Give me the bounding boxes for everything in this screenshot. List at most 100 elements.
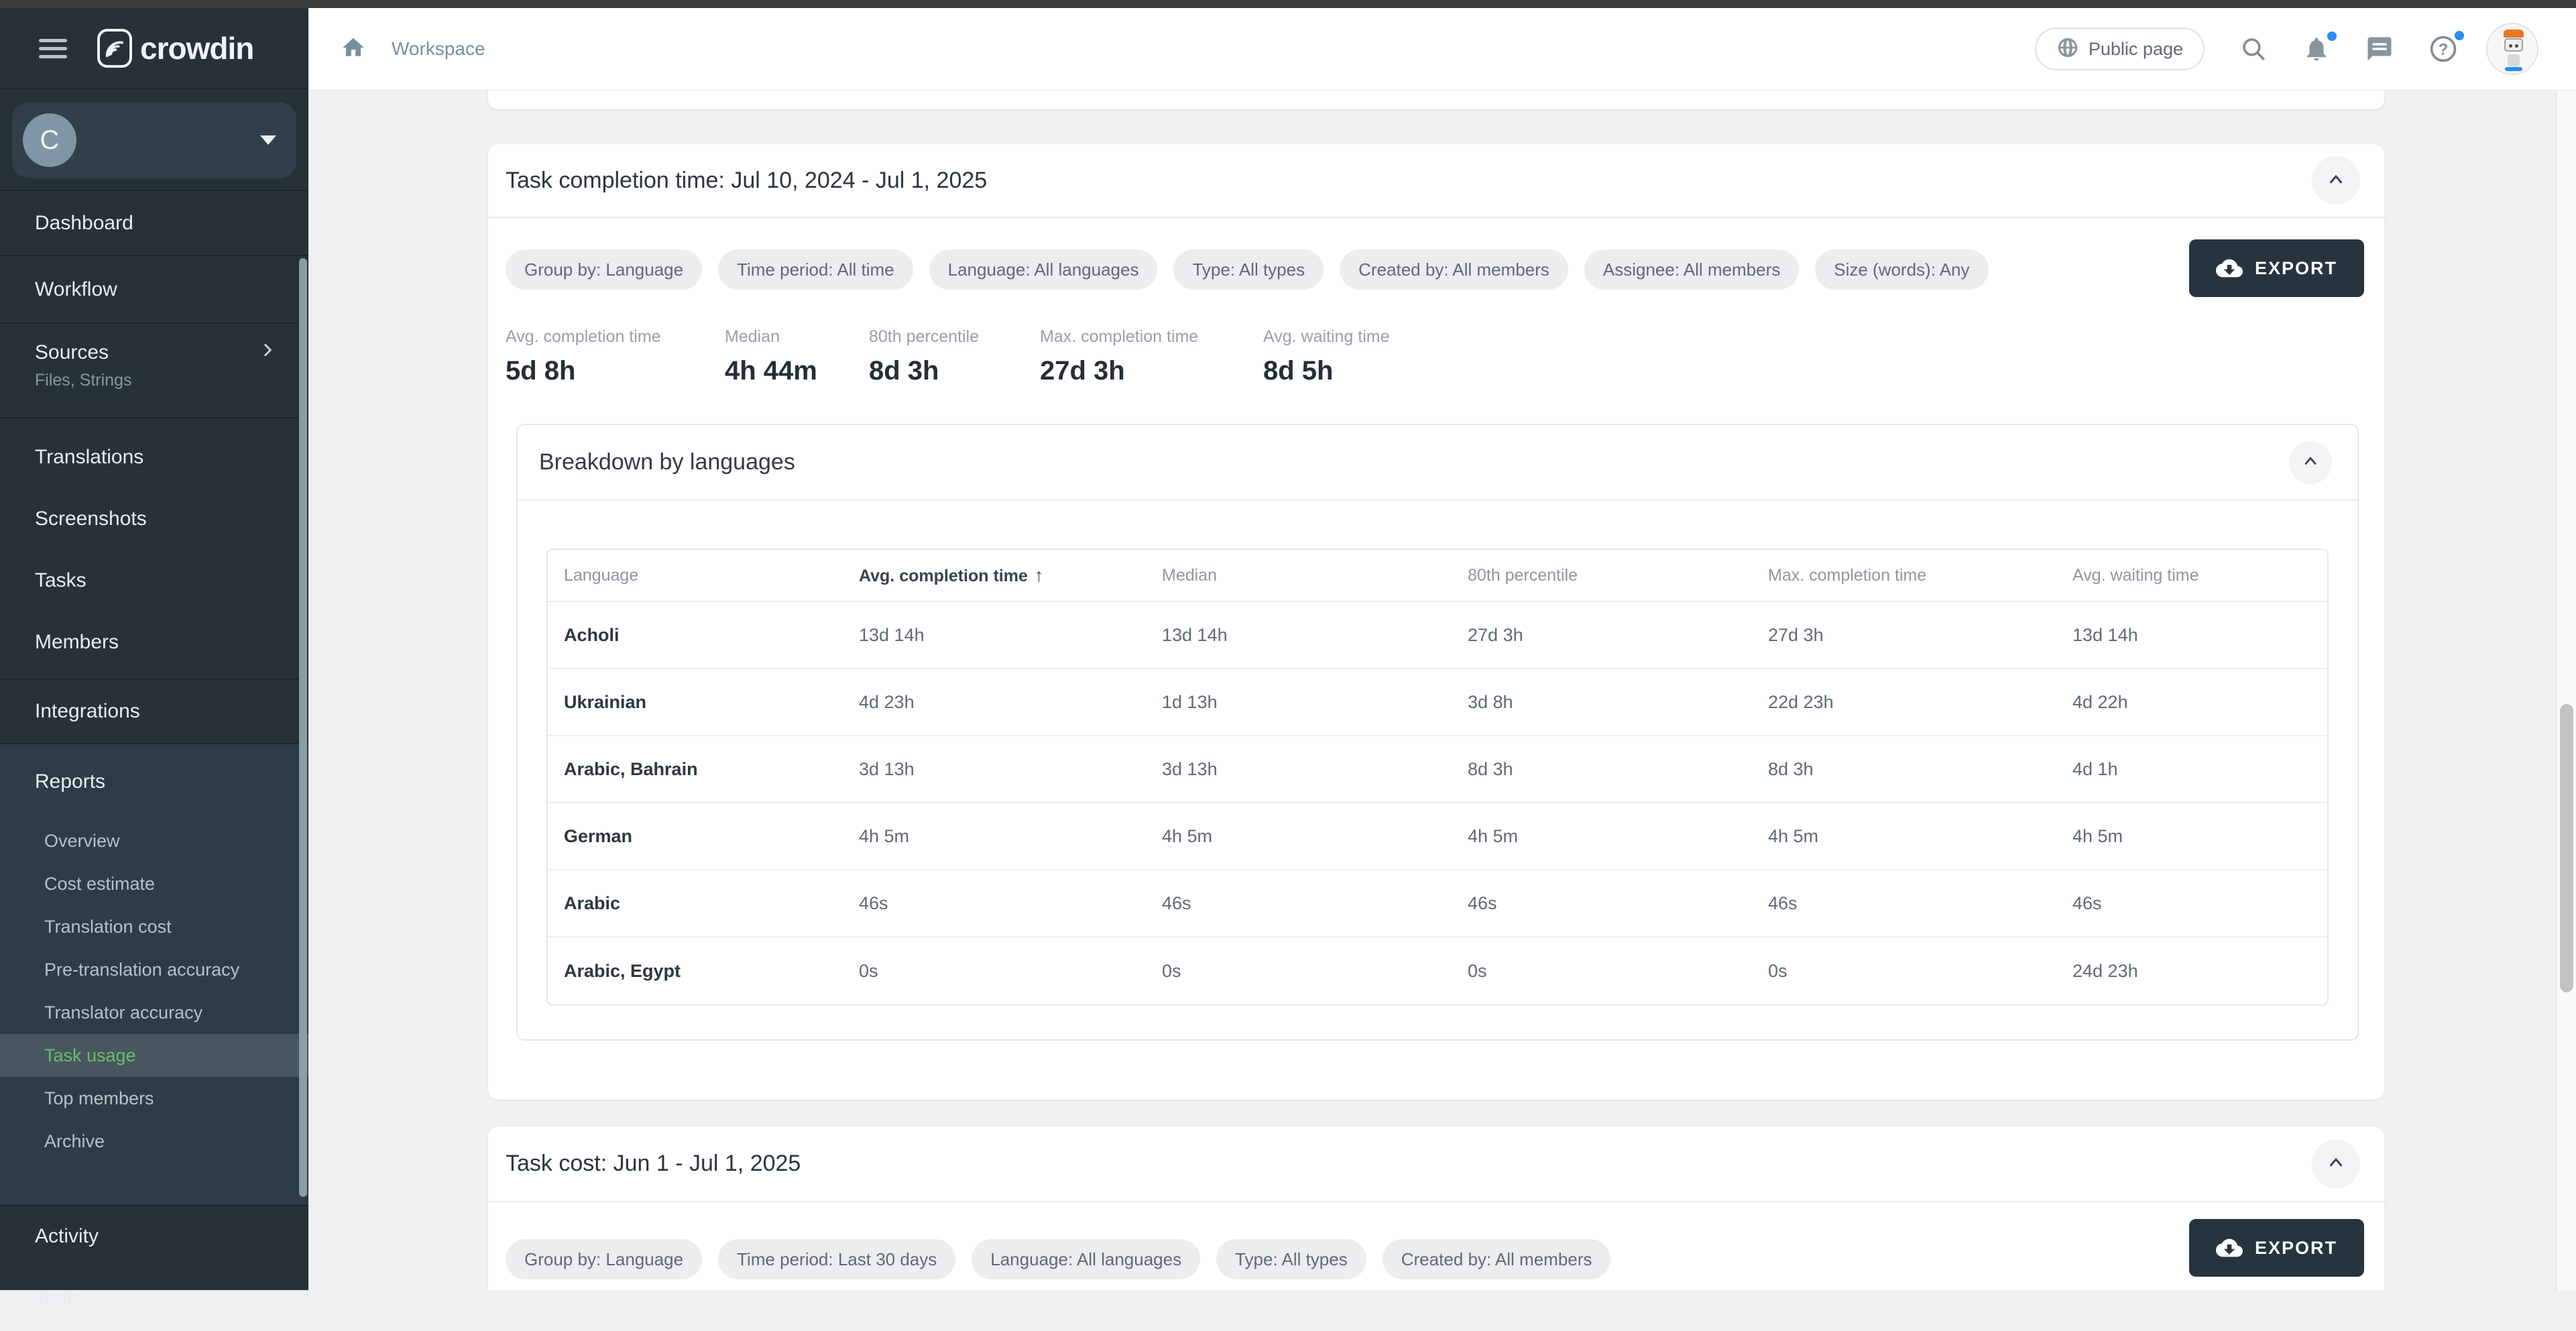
page-scrollbar-track[interactable] [2556, 91, 2576, 1290]
filter-chip-created-by[interactable]: Created by: All members [1383, 1239, 1611, 1279]
sidebar-item-workflow[interactable]: Workflow [0, 256, 308, 323]
sidebar-item-top-members[interactable]: Top members [0, 1077, 308, 1120]
filter-chip-group-by[interactable]: Group by: Language [506, 249, 702, 290]
sidebar-item-screenshots[interactable]: Screenshots [0, 488, 308, 550]
column-header-median[interactable]: Median [1146, 566, 1452, 585]
chevron-up-icon [2326, 1153, 2346, 1175]
sidebar-item-cost-estimate[interactable]: Cost estimate [0, 862, 308, 905]
column-header-max-completion-time[interactable]: Max. completion time [1752, 566, 2056, 585]
sidebar-item-integrations[interactable]: Integrations [0, 680, 308, 744]
export-button[interactable]: EXPORT [2189, 239, 2364, 297]
column-header-80th-percentile[interactable]: 80th percentile [1452, 566, 1752, 585]
notification-badge [2325, 30, 2339, 43]
sidebar-item-pre-translation-accuracy[interactable]: Pre-translation accuracy [0, 948, 308, 991]
sidebar: crowdin C Dashboard Workflow Sources Fil… [0, 8, 308, 1290]
sidebar-item-archive[interactable]: Archive [0, 1120, 308, 1163]
sidebar-item-overview[interactable]: Overview [0, 819, 308, 862]
languages-table: Language Avg. completion time↑ Median 80… [546, 548, 2329, 1006]
crowdin-logo-text[interactable]: crowdin [140, 30, 253, 66]
breakdown-header: Breakdown by languages [518, 425, 2357, 501]
chevron-right-icon [259, 341, 276, 364]
stat-median: Median 4h 44m [725, 327, 869, 386]
filter-chip-size[interactable]: Size (words): Any [1815, 249, 1988, 290]
page-scrollbar-thumb[interactable] [2560, 704, 2573, 992]
notifications-button[interactable] [2302, 35, 2331, 63]
sidebar-item-sources-sublabel: Files, Strings [0, 371, 308, 390]
main-content: Task completion time: Jul 10, 2024 - Jul… [308, 91, 2576, 1290]
sidebar-item-sources[interactable]: Sources Files, Strings [0, 324, 308, 418]
avatar-robot-legs [2505, 67, 2522, 71]
help-button[interactable]: ? [2428, 34, 2458, 64]
window-top-strip [0, 0, 2576, 8]
sidebar-item-members[interactable]: Members [0, 612, 308, 673]
cloud-download-icon [2216, 1234, 2243, 1261]
crowdin-logo-icon[interactable] [97, 29, 132, 68]
sidebar-logo-row: crowdin [0, 8, 308, 89]
sidebar-item-tools[interactable]: Tools [0, 1267, 308, 1331]
workspace-selector[interactable]: C [12, 102, 296, 178]
task-cost-card: Task cost: Jun 1 - Jul 1, 2025 Group by:… [488, 1126, 2384, 1290]
task-cost-filters: Group by: Language Time period: Last 30 … [488, 1202, 2384, 1279]
workspace-avatar: C [23, 113, 76, 167]
table-row: Arabic, Bahrain 3d 13h 3d 13h 8d 3h 8d 3… [548, 736, 2327, 803]
breadcrumb-label[interactable]: Workspace [392, 38, 485, 60]
chat-icon [2365, 35, 2394, 63]
filter-chip-type[interactable]: Type: All types [1173, 249, 1324, 290]
home-icon[interactable] [341, 35, 366, 64]
sidebar-item-activity[interactable]: Activity [0, 1206, 308, 1267]
search-button[interactable] [2239, 35, 2268, 63]
header-actions: Public page ? [2035, 23, 2538, 75]
sidebar-item-dashboard[interactable]: Dashboard [0, 191, 308, 255]
filter-chip-created-by[interactable]: Created by: All members [1340, 249, 1568, 290]
column-header-avg-completion-time[interactable]: Avg. completion time↑ [843, 565, 1146, 586]
collapse-task-cost-button[interactable] [2312, 1140, 2360, 1188]
filter-chip-language[interactable]: Language: All languages [929, 249, 1158, 290]
breakdown-title: Breakdown by languages [539, 449, 795, 475]
collapse-task-completion-button[interactable] [2312, 156, 2360, 205]
filter-chip-assignee[interactable]: Assignee: All members [1584, 249, 1799, 290]
sidebar-item-tasks[interactable]: Tasks [0, 550, 308, 612]
hamburger-menu-icon[interactable] [39, 34, 67, 63]
globe-icon [2056, 36, 2079, 62]
collapse-breakdown-button[interactable] [2289, 441, 2332, 484]
chevron-up-icon [2326, 170, 2346, 192]
sidebar-item-translations[interactable]: Translations [0, 426, 308, 488]
breakdown-section: Breakdown by languages Language Avg. com… [516, 424, 2359, 1041]
sidebar-item-translation-cost[interactable]: Translation cost [0, 905, 308, 948]
breadcrumb[interactable]: Workspace [341, 35, 485, 64]
chevron-up-icon [2301, 452, 2320, 473]
public-page-button[interactable]: Public page [2035, 27, 2205, 70]
avatar-robot-hat [2504, 30, 2524, 38]
filter-chip-language[interactable]: Language: All languages [972, 1239, 1200, 1279]
avatar-robot-head [2504, 38, 2523, 52]
stat-avg-waiting-time: Avg. waiting time 8d 5h [1263, 327, 1390, 386]
sidebar-scrollbar[interactable] [299, 258, 307, 1197]
task-completion-filters: Group by: Language Time period: All time… [488, 218, 2384, 290]
filter-chip-time-period[interactable]: Time period: All time [718, 249, 913, 290]
task-completion-header: Task completion time: Jul 10, 2024 - Jul… [488, 144, 2384, 218]
sidebar-item-reports[interactable]: Reports [0, 744, 308, 819]
messages-button[interactable] [2365, 35, 2394, 63]
avatar-robot-body [2508, 54, 2520, 66]
column-header-language[interactable]: Language [548, 566, 843, 585]
filter-chip-time-period[interactable]: Time period: Last 30 days [718, 1239, 955, 1279]
task-completion-title: Task completion time: Jul 10, 2024 - Jul… [506, 168, 987, 194]
task-completion-stats: Avg. completion time 5d 8h Median 4h 44m… [488, 290, 2384, 386]
filter-chip-type[interactable]: Type: All types [1216, 1239, 1366, 1279]
table-row: Acholi 13d 14h 13d 14h 27d 3h 27d 3h 13d… [548, 602, 2327, 669]
sidebar-item-translator-accuracy[interactable]: Translator accuracy [0, 991, 308, 1034]
task-cost-title: Task cost: Jun 1 - Jul 1, 2025 [506, 1151, 801, 1177]
table-row: Arabic, Egypt 0s 0s 0s 0s 24d 23h [548, 937, 2327, 1004]
filter-chip-group-by[interactable]: Group by: Language [506, 1239, 702, 1279]
table-header-row: Language Avg. completion time↑ Median 80… [548, 550, 2327, 602]
top-header: Workspace Public page ? [308, 8, 2576, 91]
help-badge [2453, 29, 2466, 42]
task-cost-header: Task cost: Jun 1 - Jul 1, 2025 [488, 1126, 2384, 1202]
export-button[interactable]: EXPORT [2189, 1219, 2364, 1277]
column-header-avg-waiting-time[interactable]: Avg. waiting time [2056, 566, 2327, 585]
user-avatar[interactable] [2486, 23, 2538, 75]
sidebar-item-task-usage[interactable]: Task usage [0, 1034, 308, 1077]
svg-text:?: ? [2439, 40, 2449, 58]
chevron-down-icon [260, 135, 276, 145]
cloud-download-icon [2216, 255, 2243, 282]
